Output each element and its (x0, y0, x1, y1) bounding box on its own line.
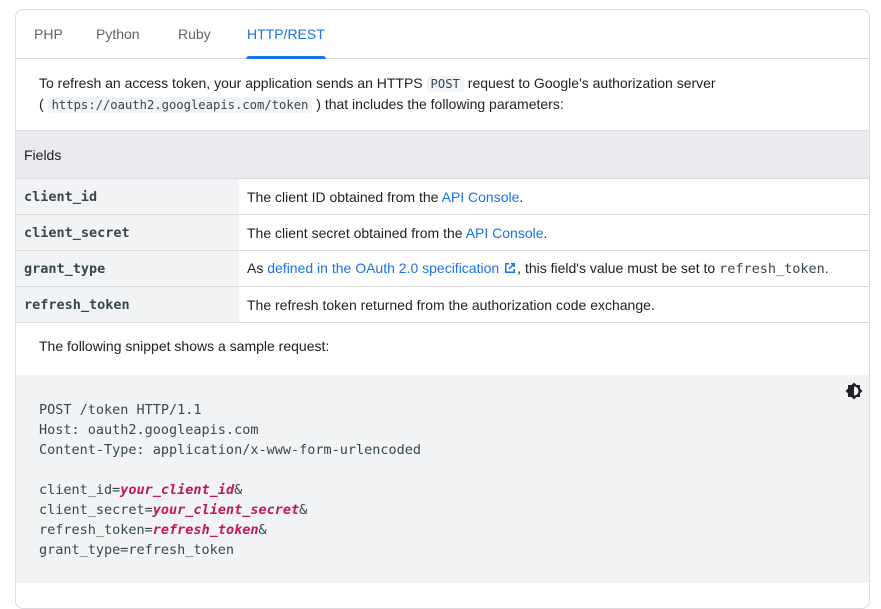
code-line: Content-Type: application/x-www-form-url… (39, 442, 422, 458)
field-name: grant_type (16, 250, 239, 287)
intro-text: ) that includes the following parameters… (316, 96, 564, 112)
language-tabs: PHP Python Ruby HTTP/REST (16, 10, 869, 59)
api-console-link[interactable]: API Console (442, 189, 520, 205)
field-description: As defined in the OAuth 2.0 specificatio… (239, 250, 869, 287)
code-separator: & (299, 502, 308, 518)
code-variable: your_client_secret (152, 502, 300, 518)
code-variable: your_client_id (120, 482, 235, 498)
field-name: client_id (16, 178, 239, 215)
description-text: The client secret obtained from the (247, 224, 466, 241)
oauth-spec-link[interactable]: defined in the OAuth 2.0 specification (267, 260, 517, 276)
code-sample-card: PHP Python Ruby HTTP/REST To refresh an … (15, 9, 870, 609)
description-text: The client ID obtained from the (247, 188, 442, 205)
table-row: refresh_token The refresh token returned… (16, 286, 869, 323)
fields-header: Fields (16, 130, 869, 179)
refresh-token-code: refresh_token (719, 260, 825, 277)
code-separator: & (234, 482, 243, 498)
field-description: The client ID obtained from the API Cons… (239, 178, 869, 215)
intro-text: request to Google's authorization server (463, 75, 716, 91)
field-description: The refresh token returned from the auth… (239, 286, 869, 323)
token-endpoint-code: https://oauth2.googleapis.com/token (47, 97, 313, 113)
description-text: . (519, 188, 524, 205)
code-line: POST /token HTTP/1.1 (39, 402, 202, 418)
code-key: client_id= (39, 482, 121, 498)
code-key: client_secret= (39, 502, 153, 518)
intro-text: ( (39, 96, 44, 112)
table-row: client_secret The client secret obtained… (16, 214, 869, 251)
code-separator: & (258, 522, 267, 538)
api-console-link[interactable]: API Console (466, 225, 544, 241)
field-name: client_secret (16, 214, 239, 251)
description-text: . (543, 224, 548, 241)
description-text: , this field's value must be set to (517, 259, 720, 276)
table-row: grant_type As defined in the OAuth 2.0 s… (16, 250, 869, 287)
code-block: POST /token HTTP/1.1 Host: oauth2.googlea… (16, 375, 869, 583)
field-name: refresh_token (16, 286, 239, 323)
oauth-spec-link-label: defined in the OAuth 2.0 specification (267, 259, 500, 276)
tab-ruby[interactable]: Ruby (178, 10, 211, 58)
intro-paragraph: To refresh an access token, your applica… (39, 73, 839, 115)
snippet-intro: The following snippet shows a sample req… (39, 338, 330, 354)
field-description: The client secret obtained from the API … (239, 214, 869, 251)
code-line: Host: oauth2.googleapis.com (39, 422, 259, 438)
tab-python[interactable]: Python (96, 10, 140, 58)
description-text: As (247, 259, 268, 276)
code-line: refresh_token=refresh_token& (39, 520, 421, 540)
intro-text: To refresh an access token, your applica… (39, 75, 427, 91)
code-line: client_id=your_client_id& (39, 480, 421, 500)
tab-php[interactable]: PHP (34, 10, 63, 58)
code-content: POST /token HTTP/1.1 Host: oauth2.googlea… (39, 400, 421, 560)
code-line: client_secret=your_client_secret& (39, 500, 421, 520)
theme-toggle-icon[interactable] (845, 382, 863, 405)
code-line: grant_type=refresh_token (39, 542, 235, 558)
code-variable: refresh_token (152, 522, 259, 538)
fields-table: Fields client_id The client ID obtained … (16, 130, 869, 323)
tab-http-rest[interactable]: HTTP/REST (246, 10, 326, 59)
code-key: refresh_token= (39, 522, 153, 538)
external-link-icon (503, 261, 517, 278)
table-row: client_id The client ID obtained from th… (16, 178, 869, 215)
post-method-code: POST (426, 76, 464, 92)
description-text: . (824, 259, 829, 276)
